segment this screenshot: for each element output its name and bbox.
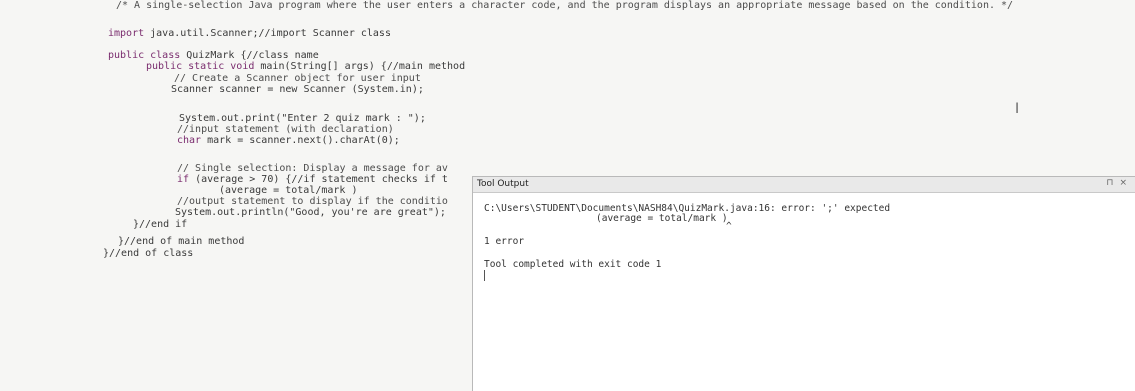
code-line-class: public class QuizMark {//class name bbox=[108, 50, 319, 61]
code-line-scanner: Scanner scanner = new Scanner (System.in… bbox=[171, 84, 424, 95]
tool-output-input-area[interactable] bbox=[484, 270, 1124, 380]
code-line-average: (average = total/mark ) bbox=[219, 185, 358, 196]
text-caret-icon: I bbox=[1015, 101, 1020, 117]
error-count: 1 error bbox=[484, 236, 525, 247]
code-line-end-class: }//end of class bbox=[103, 248, 194, 259]
error-marker: ^ bbox=[726, 221, 732, 232]
keyword-if: if bbox=[177, 174, 190, 185]
code-line-if: if (average > 70) {//if statement checks… bbox=[177, 174, 448, 185]
code-text: (average > 70) {//if statement checks if… bbox=[189, 174, 448, 185]
tool-output-titlebar: Tool Output ⊓ × bbox=[473, 177, 1135, 193]
code-line-end-if: }//end if bbox=[133, 219, 188, 230]
tool-output-controls: ⊓ × bbox=[1100, 178, 1127, 188]
keyword-public-class: public class bbox=[108, 50, 181, 61]
tool-output-panel: Tool Output ⊓ × C:\Users\STUDENT\Document… bbox=[472, 176, 1135, 391]
code-comment-header: /* A single-selection Java program where… bbox=[116, 0, 1014, 11]
code-text: mark = scanner.next().charAt(0); bbox=[201, 135, 400, 146]
code-line-char: char mark = scanner.next().charAt(0); bbox=[177, 135, 400, 146]
code-line-main: public static void main(String[] args) {… bbox=[146, 61, 465, 72]
code-line-print: System.out.print("Enter 2 quiz mark : ")… bbox=[179, 113, 426, 124]
keyword-char: char bbox=[177, 135, 202, 146]
keyword-import: import bbox=[108, 28, 145, 39]
code-text: main(String[] args) {//main method bbox=[254, 61, 466, 72]
pin-icon[interactable]: ⊓ bbox=[1106, 178, 1113, 188]
code-line-comment: //input statement (with declaration) bbox=[177, 124, 394, 135]
keyword-public-static-void: public static void bbox=[146, 61, 255, 72]
text-cursor bbox=[484, 270, 485, 281]
code-line-comment: //output statement to display if the con… bbox=[177, 196, 448, 207]
completion-message: Tool completed with exit code 1 bbox=[484, 259, 662, 270]
code-text: java.util.Scanner;//import Scanner class bbox=[144, 28, 391, 39]
error-context: (average = total/mark ) bbox=[596, 213, 728, 224]
code-line-comment: // Single selection: Display a message f… bbox=[177, 163, 448, 174]
tool-output-title: Tool Output bbox=[477, 179, 529, 189]
close-icon[interactable]: × bbox=[1119, 178, 1127, 188]
code-text: QuizMark {//class name bbox=[180, 50, 319, 61]
code-line-end-main: }//end of main method bbox=[118, 236, 245, 247]
code-line-import: import java.util.Scanner;//import Scanne… bbox=[108, 28, 391, 39]
code-line-comment: // Create a Scanner object for user inpu… bbox=[174, 73, 421, 84]
code-line-println: System.out.println("Good, you're are gre… bbox=[175, 207, 446, 218]
